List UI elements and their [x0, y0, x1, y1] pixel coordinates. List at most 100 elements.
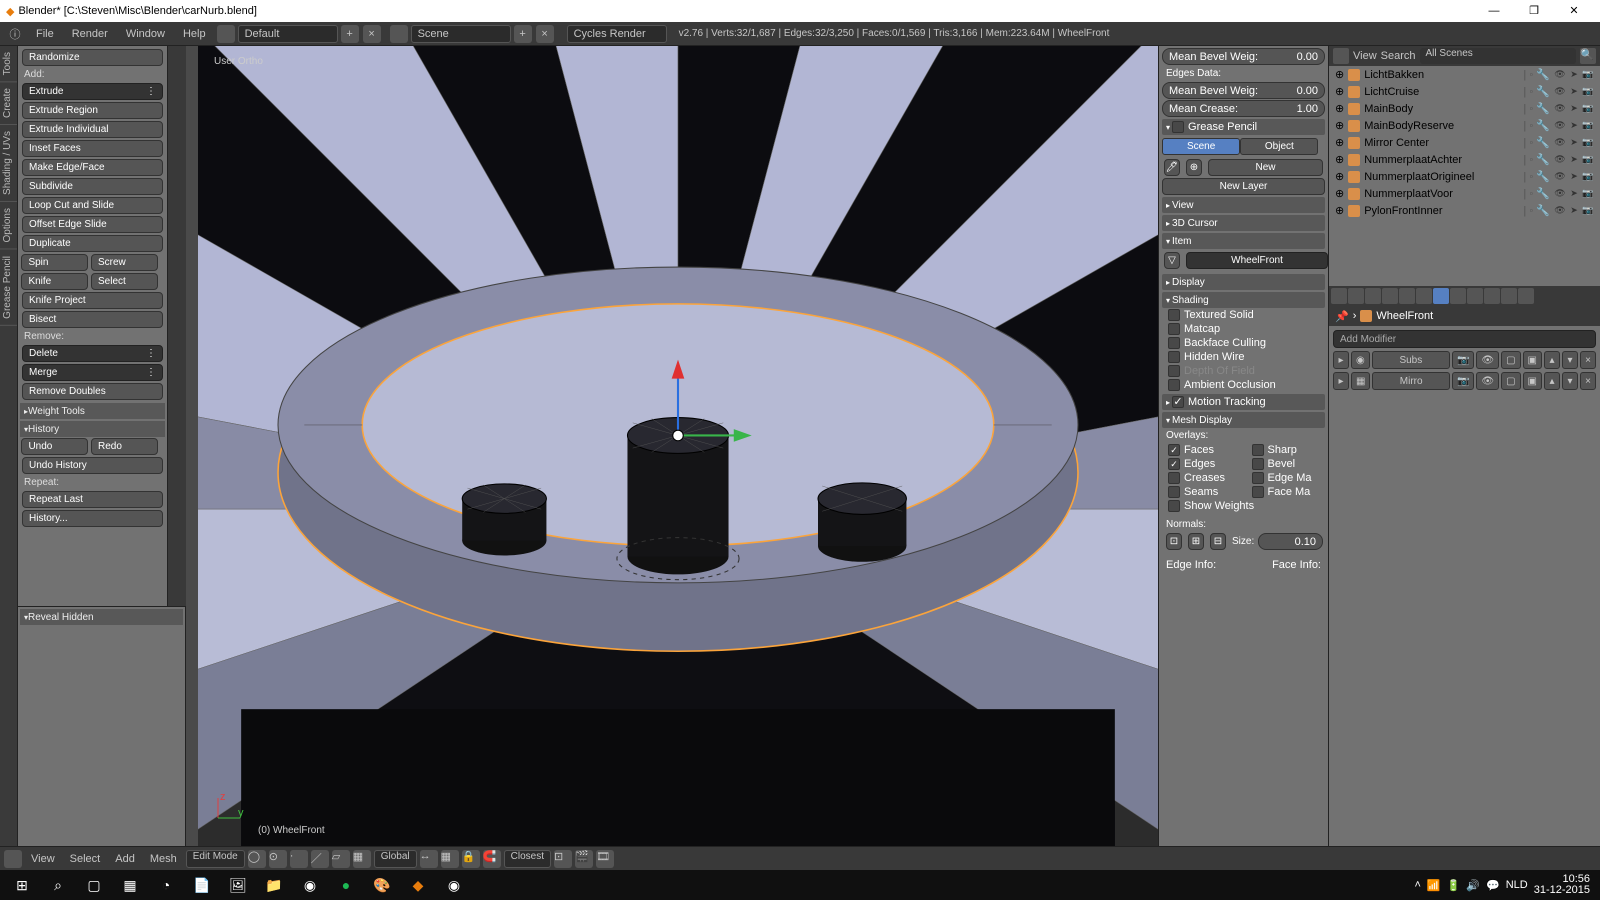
- bisect-button[interactable]: Bisect: [22, 311, 163, 328]
- cursor-icon[interactable]: ➤: [1568, 205, 1580, 217]
- shading-backface-culling[interactable]: Backface Culling: [1160, 336, 1327, 350]
- render-icon[interactable]: 📷: [1582, 86, 1594, 98]
- panel-display[interactable]: Display: [1162, 274, 1325, 290]
- cursor-icon[interactable]: ➤: [1568, 103, 1580, 115]
- normals-face-icon[interactable]: ⊟: [1210, 533, 1226, 550]
- task-view-icon[interactable]: ▢: [76, 871, 112, 899]
- taskbar-app-8[interactable]: 🎨: [364, 871, 400, 899]
- ctx-renderlayers[interactable]: [1348, 288, 1364, 304]
- mod-display-icon[interactable]: 👁: [1476, 351, 1499, 369]
- outliner-row[interactable]: ⊕LichtCruise| ◦ 🔧👁➤📷: [1329, 83, 1600, 100]
- delete-dropdown[interactable]: Delete: [22, 345, 163, 362]
- render-icon[interactable]: 📷: [1582, 120, 1594, 132]
- cursor-icon[interactable]: ➤: [1568, 137, 1580, 149]
- menu-help[interactable]: Help: [175, 24, 214, 44]
- engine-select[interactable]: Cycles Render: [567, 25, 667, 43]
- ctx-world[interactable]: [1382, 288, 1398, 304]
- start-button[interactable]: ⊞: [4, 871, 40, 899]
- repeat-history-button[interactable]: History...: [22, 510, 163, 527]
- cursor-icon[interactable]: ➤: [1568, 154, 1580, 166]
- eye-icon[interactable]: 👁: [1554, 86, 1566, 98]
- taskbar-app-1[interactable]: ▦: [112, 871, 148, 899]
- ctx-modifiers[interactable]: [1433, 288, 1449, 304]
- extrude-region-button[interactable]: Extrude Region: [22, 102, 163, 119]
- shading-textured-solid[interactable]: Textured Solid: [1160, 308, 1327, 322]
- ctx-constraints[interactable]: [1416, 288, 1432, 304]
- 3dview-menu-view[interactable]: View: [25, 853, 61, 865]
- panel-3d-cursor[interactable]: 3D Cursor: [1162, 215, 1325, 231]
- mod-down-icon[interactable]: ▾: [1562, 351, 1578, 369]
- outliner-view-menu[interactable]: View: [1353, 50, 1377, 62]
- ctx-physics[interactable]: [1518, 288, 1534, 304]
- scene-del-icon[interactable]: ×: [536, 25, 554, 43]
- extrude-dropdown[interactable]: Extrude: [22, 83, 163, 100]
- ctx-particles[interactable]: [1501, 288, 1517, 304]
- render-icon[interactable]: 📷: [1582, 171, 1594, 183]
- taskbar-app-5[interactable]: 📁: [256, 871, 292, 899]
- outliner-search-icon[interactable]: 🔍: [1580, 48, 1596, 64]
- taskbar-app-4[interactable]: 🖼: [220, 871, 256, 899]
- spin-button[interactable]: Spin: [21, 254, 88, 271]
- cursor-icon[interactable]: ➤: [1568, 188, 1580, 200]
- gp-link-icon[interactable]: ⊕: [1186, 159, 1202, 176]
- gp-color-icon[interactable]: 🖊: [1164, 159, 1180, 176]
- normals-vert-icon[interactable]: ⊡: [1166, 533, 1182, 550]
- eye-icon[interactable]: 👁: [1554, 188, 1566, 200]
- normals-size-field[interactable]: 0.10: [1258, 533, 1323, 550]
- tray-lang[interactable]: NLD: [1506, 879, 1528, 891]
- add-modifier-dropdown[interactable]: Add Modifier: [1333, 330, 1596, 348]
- merge-dropdown[interactable]: Merge: [22, 364, 163, 381]
- 3d-viewport[interactable]: User Ortho (0) WheelFront zy: [198, 46, 1158, 846]
- menu-window[interactable]: Window: [118, 24, 173, 44]
- sel-vertex-icon[interactable]: ·: [290, 850, 308, 868]
- eye-icon[interactable]: 👁: [1554, 154, 1566, 166]
- close-button[interactable]: ✕: [1554, 0, 1594, 22]
- tray-clock[interactable]: 10:5631-12-2015: [1534, 874, 1590, 896]
- tray-wifi-icon[interactable]: 📶: [1427, 879, 1441, 892]
- eye-icon[interactable]: 👁: [1554, 205, 1566, 217]
- knife-select-button[interactable]: Select: [91, 273, 158, 290]
- eye-icon[interactable]: 👁: [1554, 69, 1566, 81]
- knife-project-button[interactable]: Knife Project: [22, 292, 163, 309]
- overlay-faces[interactable]: Faces: [1160, 443, 1244, 457]
- undo-button[interactable]: Undo: [21, 438, 88, 455]
- mod-render-icon[interactable]: 📷: [1452, 351, 1474, 369]
- gp-scene-tab[interactable]: Scene: [1162, 138, 1240, 155]
- render-icon[interactable]: 📷: [1582, 188, 1594, 200]
- tray-chevron-icon[interactable]: ˄: [1414, 879, 1420, 891]
- opengl-render-icon[interactable]: 🎬: [575, 850, 593, 868]
- mod-name[interactable]: Subs: [1372, 351, 1450, 369]
- outliner-row[interactable]: ⊕Mirror Center| ◦ 🔧👁➤📷: [1329, 134, 1600, 151]
- panel-shading[interactable]: Shading: [1162, 292, 1325, 308]
- extrude-individual-button[interactable]: Extrude Individual: [22, 121, 163, 138]
- scene-icon[interactable]: [390, 25, 408, 43]
- layout-select[interactable]: Default: [238, 25, 338, 43]
- taskbar-chrome-icon[interactable]: ◉: [292, 871, 328, 899]
- outliner-search-menu[interactable]: Search: [1381, 50, 1416, 62]
- weight-tools-panel[interactable]: Weight Tools: [20, 403, 165, 419]
- make-edge-face-button[interactable]: Make Edge/Face: [22, 159, 163, 176]
- ctx-render[interactable]: [1331, 288, 1347, 304]
- history-panel[interactable]: History: [20, 421, 165, 437]
- 3dview-menu-mesh[interactable]: Mesh: [144, 853, 183, 865]
- eye-icon[interactable]: 👁: [1554, 103, 1566, 115]
- snap-target[interactable]: Closest: [504, 850, 551, 868]
- repeat-last-button[interactable]: Repeat Last: [22, 491, 163, 508]
- layout-add-icon[interactable]: +: [341, 25, 359, 43]
- overlay-creases[interactable]: Creases: [1160, 471, 1244, 485]
- outliner-row[interactable]: ⊕NummerplaatVoor| ◦ 🔧👁➤📷: [1329, 185, 1600, 202]
- panel-grease-pencil[interactable]: Grease Pencil: [1162, 119, 1325, 135]
- menu-file[interactable]: File: [28, 24, 62, 44]
- mean-crease[interactable]: Mean Crease:1.00: [1162, 100, 1325, 117]
- tab-tools[interactable]: Tools: [0, 46, 17, 82]
- mod-expand-icon[interactable]: ▸: [1333, 372, 1349, 390]
- render-icon[interactable]: 📷: [1582, 137, 1594, 149]
- outliner-row[interactable]: ⊕NummerplaatOrigineel| ◦ 🔧👁➤📷: [1329, 168, 1600, 185]
- undo-history-button[interactable]: Undo History: [22, 457, 163, 474]
- mod-render-icon[interactable]: 📷: [1452, 372, 1474, 390]
- gp-new-layer-button[interactable]: New Layer: [1162, 178, 1325, 195]
- mod-edit-icon[interactable]: ▢: [1501, 351, 1520, 369]
- cursor-icon[interactable]: ➤: [1568, 69, 1580, 81]
- shading-hidden-wire[interactable]: Hidden Wire: [1160, 350, 1327, 364]
- panel-item[interactable]: Item: [1162, 233, 1325, 249]
